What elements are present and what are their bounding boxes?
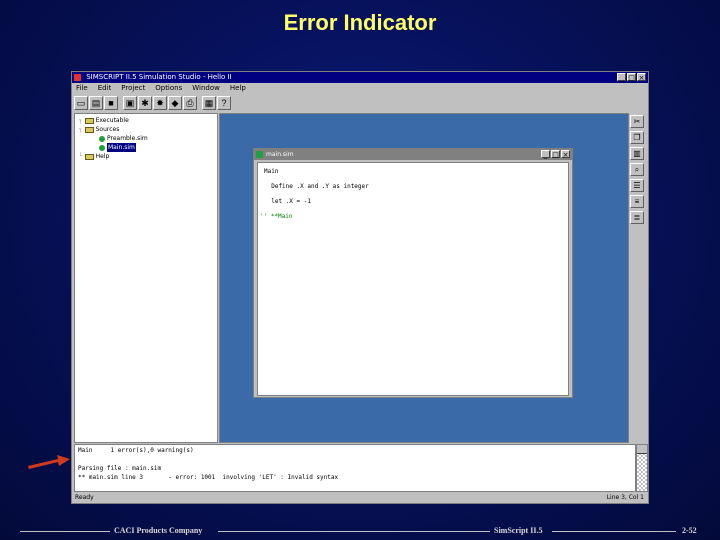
- source-file-icon: [99, 144, 105, 151]
- slide-footer: CACI Products Company SimScript II.5 2-5…: [0, 525, 720, 537]
- code-line: Main: [264, 168, 279, 175]
- build-icon[interactable]: ✱: [138, 95, 152, 110]
- app-title: SIMSCRIPT II.5 Simulation Studio - Hello…: [86, 73, 232, 81]
- tree-item-main[interactable]: Main.sim: [99, 143, 136, 152]
- editor-maximize-button[interactable]: □: [551, 150, 560, 159]
- editor-title: main.sim: [266, 151, 294, 158]
- menu-help[interactable]: Help: [230, 83, 246, 93]
- editor-minimize-button[interactable]: _: [541, 150, 550, 159]
- app-icon: [74, 74, 81, 81]
- code-editor[interactable]: Main Define .X and .Y as integer let .X …: [257, 162, 569, 396]
- copy-icon[interactable]: ❐: [630, 131, 644, 144]
- source-file-icon: [256, 151, 263, 158]
- output-line: Main 1 error(s),0 warning(s): [78, 447, 194, 454]
- output-scrollbar[interactable]: [636, 444, 648, 492]
- debug-icon[interactable]: ✸: [153, 95, 167, 110]
- code-line: let .X = -1: [264, 198, 311, 205]
- status-text: Ready: [75, 494, 94, 501]
- code-line: Define .X and .Y as integer: [264, 183, 369, 190]
- cut-icon[interactable]: ✂: [630, 115, 644, 128]
- output-line: Parsing file : main.sim: [78, 465, 162, 472]
- tree-item-sources[interactable]: ┐ Sources: [79, 125, 119, 134]
- app-window: SIMSCRIPT II.5 Simulation Studio - Hello…: [71, 71, 649, 504]
- indent-icon[interactable]: ≡: [630, 195, 644, 208]
- menu-window[interactable]: Window: [192, 83, 220, 93]
- footer-page-number: 2-52: [682, 526, 697, 535]
- status-bar: Ready Line 3, Col 1: [72, 493, 648, 503]
- cursor-position: Line 3, Col 1: [606, 494, 644, 501]
- menubar: File Edit Project Options Window Help: [72, 83, 652, 93]
- app-titlebar[interactable]: SIMSCRIPT II.5 Simulation Studio - Hello…: [72, 72, 648, 83]
- error-line[interactable]: ** main.sim line 3 - error: 1001 involvi…: [78, 474, 338, 481]
- menu-project[interactable]: Project: [121, 83, 145, 93]
- tree-item-executable[interactable]: ┐ Executable: [79, 116, 129, 125]
- folder-icon: [84, 117, 94, 124]
- folder-icon: [84, 126, 94, 133]
- slide-title: Error Indicator: [283, 10, 437, 35]
- right-toolbar: ✂ ❐ ▥ ⌕ ☰ ≡ ≣: [630, 115, 646, 224]
- outdent-icon[interactable]: ≣: [630, 211, 644, 224]
- mdi-workspace: main.sim _ □ × Main Define .X and .Y as …: [219, 113, 629, 443]
- menu-file[interactable]: File: [76, 83, 88, 93]
- tree-item-preamble[interactable]: Preamble.sim: [99, 134, 148, 143]
- list-icon[interactable]: ☰: [630, 179, 644, 192]
- minimize-button[interactable]: _: [617, 73, 626, 82]
- close-button[interactable]: ×: [637, 73, 646, 82]
- run-icon[interactable]: ◆: [168, 95, 182, 110]
- footer-product: SimScript II.5: [494, 526, 543, 535]
- editor-titlebar[interactable]: main.sim _ □ ×: [254, 149, 572, 160]
- print-icon[interactable]: ⎙: [183, 95, 197, 110]
- folder-icon: [84, 153, 94, 160]
- toolbar: ▭ ▤ ■ ▣ ✱ ✸ ◆ ⎙ ▦ ?: [74, 95, 231, 110]
- find-icon[interactable]: ⌕: [630, 163, 644, 176]
- error-pointer-arrow-icon: [28, 455, 70, 469]
- source-file-icon: [99, 135, 105, 142]
- menu-options[interactable]: Options: [155, 83, 182, 93]
- output-pane[interactable]: Main 1 error(s),0 warning(s) Parsing fil…: [74, 444, 636, 492]
- project-tree: ┐ Executable ┐ Sources Preamble.sim Main…: [74, 113, 218, 443]
- code-comment: '' **Main: [260, 213, 293, 220]
- grid-icon[interactable]: ▦: [202, 95, 216, 110]
- scrollbar-thumb[interactable]: [637, 445, 647, 454]
- open-folder-icon[interactable]: ▤: [89, 95, 103, 110]
- paste-icon[interactable]: ▥: [630, 147, 644, 160]
- tree-item-help[interactable]: └ Help: [79, 152, 109, 161]
- editor-window: main.sim _ □ × Main Define .X and .Y as …: [253, 148, 573, 398]
- compile-icon[interactable]: ▣: [123, 95, 137, 110]
- help-icon[interactable]: ?: [217, 95, 231, 110]
- footer-company: CACI Products Company: [114, 526, 203, 535]
- save-icon[interactable]: ■: [104, 95, 118, 110]
- menu-edit[interactable]: Edit: [98, 83, 112, 93]
- editor-close-button[interactable]: ×: [561, 150, 570, 159]
- maximize-button[interactable]: □: [627, 73, 636, 82]
- new-file-icon[interactable]: ▭: [74, 95, 88, 110]
